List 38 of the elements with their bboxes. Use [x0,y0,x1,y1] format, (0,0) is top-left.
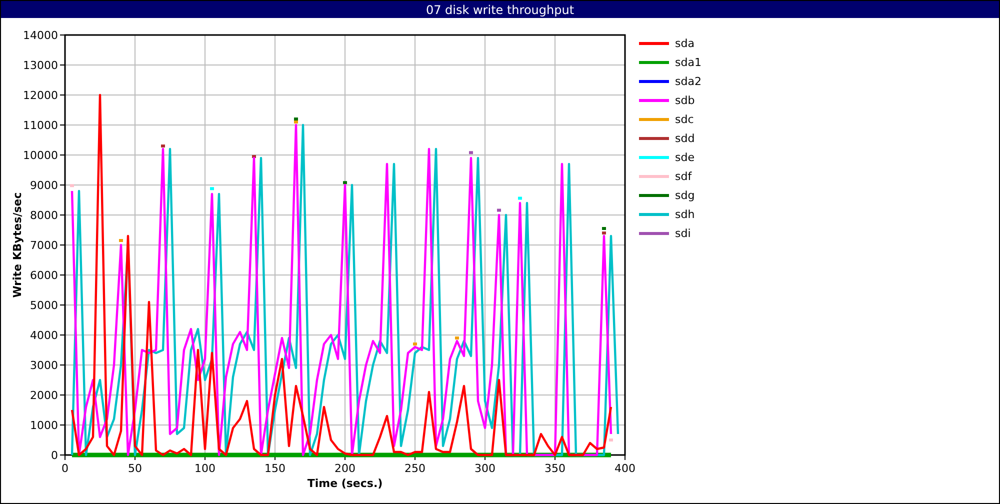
legend-label: sdi [675,227,691,240]
legend-label: sdf [675,170,692,183]
tick-label: 250 [404,462,426,475]
legend-label: sdh [675,208,695,221]
tick-label: 150 [264,462,286,475]
axis-title: Write KBytes/sec [11,192,24,298]
tick-label: 11000 [23,119,58,132]
tick-label: 9000 [30,179,58,192]
tick-label: 6000 [30,269,58,282]
legend-label: sdg [675,189,695,202]
tick-label: 2000 [30,389,58,402]
tick-label: 13000 [23,59,58,72]
tick-label: 14000 [23,29,58,42]
tick-label: 3000 [30,359,58,372]
tick-label: 350 [544,462,566,475]
legend-label: sda1 [675,56,702,69]
legend-label: sdd [675,132,695,145]
legend-label: sdb [675,94,695,107]
tick-label: 400 [614,462,636,475]
tick-label: 1000 [30,419,58,432]
tick-label: 7000 [30,239,58,252]
tick-label: 4000 [30,329,58,342]
tick-label: 8000 [30,209,58,222]
tick-label: 12000 [23,89,58,102]
tick-label: 0 [62,462,68,475]
legend-label: sda2 [675,75,702,88]
legend-label: sde [675,151,694,164]
tick-label: 0 [51,449,58,462]
tick-label: 50 [128,462,142,475]
tick-label: 100 [194,462,216,475]
window-title: 07 disk write throughput [1,1,999,18]
legend-label: sdc [675,113,694,126]
legend-label: sda [675,37,694,50]
axis-title: Time (secs.) [307,477,383,490]
tick-label: 5000 [30,299,58,312]
tick-label: 200 [334,462,356,475]
tick-label: 300 [474,462,496,475]
tick-label: 10000 [23,149,58,162]
